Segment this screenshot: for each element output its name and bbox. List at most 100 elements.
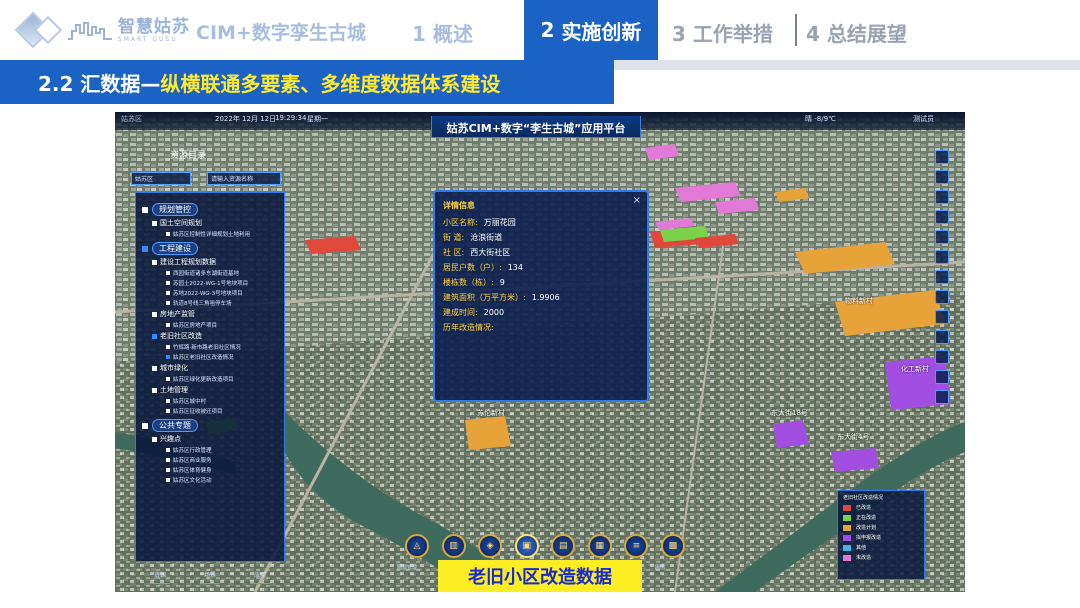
tree-leaf[interactable]: 姑苏区房地产项目 [142,321,278,329]
nav-item-overview[interactable]: 1 概述 [412,18,473,47]
checkbox[interactable] [142,245,148,252]
platform-user[interactable]: 测试员 [913,114,934,124]
tool-icon[interactable] [935,210,949,224]
checkbox[interactable] [152,333,157,339]
tree-leaf-label: 姑苏区老旧社区改造情况 [173,355,234,361]
close-icon[interactable]: × [633,195,641,206]
detail-row: 建成时间: 2000 [443,307,639,318]
checkbox[interactable] [166,399,170,403]
resource-search-input[interactable]: 请输入资源名称 [207,172,281,185]
tab-apps[interactable]: 应用 [249,570,270,584]
checkbox[interactable] [152,259,157,265]
map-label[interactable]: 化工新村 [901,364,929,374]
section-band-accent [614,60,1080,70]
tree-leaf[interactable]: 轨道8号线三角咀停车场 [142,299,278,307]
tree-leaf[interactable]: 姑苏区老旧社区改造情况 [142,353,278,361]
checkbox[interactable] [166,458,170,462]
checkbox[interactable] [152,365,157,371]
tree-leaf[interactable]: 西园街道诸多东湖街道基地 [142,269,278,277]
checkbox[interactable] [152,220,157,226]
tree-leaf[interactable]: 苏园土2022-WG-1号地块项目 [142,279,278,287]
tool-icon[interactable] [935,330,949,344]
tree-node[interactable]: 建设工程规划数据 [142,257,278,267]
nav-label: 工作举措 [692,22,773,46]
tree-node-label: 兴趣点 [160,435,181,443]
nav-item-innovation[interactable]: 2 实施创新 [524,0,658,60]
checkbox[interactable] [166,301,170,305]
checkbox[interactable] [152,436,157,442]
tree-group-planning[interactable]: 规划管控 [142,203,278,216]
tree-leaf[interactable]: 姑苏区体育健身 [142,466,278,474]
map-label[interactable]: 苏伦新村 [477,408,505,418]
tree-node[interactable]: 国土空间规划 [142,218,278,228]
map-label[interactable]: 东大街4号 [837,432,869,442]
checkbox[interactable] [142,206,148,213]
map-icon[interactable]: ▤ [551,534,576,558]
tool-icon[interactable] [935,250,949,264]
tree-node[interactable]: 城市绿化 [142,363,278,373]
tree-leaf[interactable]: 姑苏区控制性详细规划土地利用 [142,230,278,238]
tool-icon[interactable] [935,150,949,164]
checkbox[interactable] [166,468,170,472]
tree-leaf[interactable]: 姑苏区征收被迁项目 [142,407,278,415]
tree-group-construction[interactable]: 工程建设 [142,242,278,255]
checkbox[interactable] [166,377,170,381]
tab-scenes[interactable]: 场景 [199,570,220,584]
checkbox[interactable] [152,387,157,393]
checkbox[interactable] [166,281,170,285]
tool-icon[interactable] [935,190,949,204]
tree-group-public[interactable]: 公共专题 [142,419,278,432]
nav-item-summary[interactable]: 4 总结展望 [806,18,907,47]
tree-leaf[interactable]: 姑苏区绿化更新改造项目 [142,375,278,383]
layer-icon[interactable]: ▥ [441,534,466,558]
grid-icon[interactable]: ▩ [660,534,685,558]
detail-key: 居民户数（户）: [443,263,502,272]
checkbox[interactable] [166,409,170,413]
scene-icon[interactable]: ▣ [514,534,539,558]
district-select[interactable]: 姑苏区 [131,172,191,185]
tree-node[interactable]: 房地产监管 [142,309,278,319]
tool-icon[interactable] [935,370,949,384]
logo: 智慧姑苏 SMART GUSU [14,11,194,49]
tab-resources[interactable]: 资源 [149,570,170,584]
measure-icon[interactable]: ◬ [405,534,429,558]
tree-leaf[interactable]: 姑苏区商业服务 [142,456,278,464]
tool-icon[interactable] [935,350,949,364]
tool-icon[interactable] [935,390,949,404]
tool-icon[interactable] [935,310,949,324]
checkbox[interactable] [152,311,157,317]
checkbox[interactable] [166,478,170,482]
tree-group-label: 公共专题 [152,419,198,432]
cube-icon[interactable]: ◈ [478,534,503,558]
checkbox[interactable] [166,323,170,327]
tree-leaf[interactable]: 姑苏区文化活动 [142,476,278,484]
tree-group-label: 工程建设 [152,242,198,255]
nav-item-measures[interactable]: 3 工作举措 [672,18,773,47]
checkbox[interactable] [166,345,170,349]
detail-value: 9 [499,278,505,287]
checkbox[interactable] [142,422,148,429]
checkbox[interactable] [166,232,170,236]
tree-node[interactable]: 土地管理 [142,385,278,395]
detail-value: 沧浪街道 [470,233,503,242]
checkbox[interactable] [166,355,170,359]
tree-leaf[interactable]: 苏地2022-WG-3号地块项目 [142,289,278,297]
book-icon[interactable]: ▦ [587,534,612,558]
map-label[interactable]: 东大街18号 [771,408,808,418]
tree-leaf[interactable]: 姑苏区城中村 [142,397,278,405]
tree-node[interactable]: 老旧社区改造 [142,331,278,341]
tree-node[interactable]: 兴趣点 [142,434,278,444]
tree-leaf[interactable]: 姑苏区行政管理 [142,446,278,454]
checkbox[interactable] [166,271,170,275]
tool-icon[interactable] [935,270,949,284]
tool-icon[interactable] [935,170,949,184]
tool-icon[interactable] [935,290,949,304]
checkbox[interactable] [166,291,170,295]
legend-item: 未改造 [843,554,919,561]
checkbox[interactable] [166,448,170,452]
resource-panel-title: 资源目录 [170,151,207,161]
tree-leaf[interactable]: 竹辉路·新市路老旧社区情况 [142,343,278,351]
tool-icon[interactable] [935,230,949,244]
map-label[interactable]: 物料新村 [845,296,873,306]
list-icon[interactable]: ≡ [624,534,649,558]
